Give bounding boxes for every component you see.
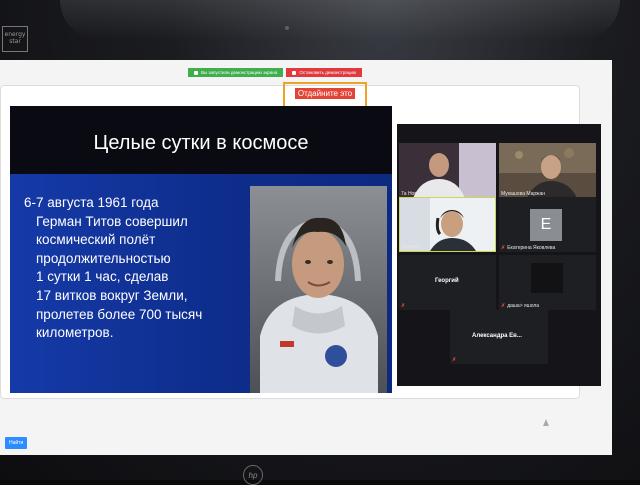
share-status-label: Вы запустили демонстрацию экрана [201, 70, 278, 75]
screen-share-toolbar: Вы запустили демонстрацию экрана Останов… [188, 68, 363, 77]
share-status-indicator: Вы запустили демонстрацию экрана [188, 68, 284, 77]
share-icon [194, 70, 198, 75]
bezel-glare [60, 0, 620, 40]
participant-tile[interactable]: Георгий ✗ [399, 255, 496, 310]
mic-muted-icon: ✗ [452, 357, 457, 363]
participant-name-row: ✗ Екатерина Яковлева [501, 245, 555, 251]
cosmonaut-photo [250, 186, 387, 393]
participant-name-row: ✗ даша> яшола [501, 303, 539, 309]
slide-text-line: продолжительностью [36, 250, 171, 266]
slide-text-line: 6-7 августа 1961 года [24, 195, 159, 210]
participant-tile[interactable]: ✗ даша> яшола [499, 255, 596, 310]
presentation-slide: Целые сутки в космосе 6-7 августа 1961 г… [10, 106, 392, 393]
unmute-button-label[interactable]: Отдайните это [294, 88, 356, 99]
slide-text-line: космический полёт [36, 232, 156, 248]
participant-video [399, 143, 496, 198]
slide-text-line: пролетев более 700 тысяч [36, 306, 203, 322]
slide-body-text: 6-7 августа 1961 года Герман Титов совер… [24, 194, 254, 343]
participant-name: Екатерина Яковлева [507, 245, 556, 251]
slide-text-line: километров. [36, 325, 114, 341]
energy-star-badge: energy star [2, 26, 28, 52]
slide-text-line: 17 витков вокруг Земли, [36, 287, 188, 303]
mouse-cursor-icon [543, 419, 549, 426]
participant-video [499, 143, 596, 198]
stop-share-label: Остановить демонстрацию [299, 70, 357, 75]
participant-tile-active-speaker[interactable]: Кирилл [399, 197, 496, 252]
participant-tile[interactable]: Мукашова Маржан [499, 143, 596, 198]
find-button[interactable]: Найти [5, 437, 28, 449]
participant-video-placeholder [531, 263, 563, 293]
avatar: E [530, 209, 562, 241]
participant-name: даша> яшола [507, 303, 540, 309]
slide-title: Целые сутки в космосе [93, 132, 309, 154]
stop-icon [292, 70, 297, 75]
hp-logo-icon: hp [243, 465, 263, 485]
participant-name: Александра Ев... [472, 333, 522, 339]
mic-muted-icon: ✗ [401, 303, 406, 309]
participant-tile[interactable]: Александра Ев... ✗ [450, 310, 548, 364]
participant-name: Георгий [435, 278, 459, 284]
stop-share-button[interactable]: Остановить демонстрацию [286, 68, 363, 77]
participant-name: Кирилл [402, 244, 420, 250]
webcam-icon [285, 26, 289, 30]
slide-text-line: Герман Титов совершил [36, 213, 188, 229]
mic-muted-icon: ✗ [501, 303, 506, 309]
mic-muted-icon: ✗ [501, 245, 506, 251]
participant-tile[interactable]: 7а Новолодский Арсен... [399, 143, 496, 198]
slide-text-line: 1 сутки 1 час, сделав [36, 269, 169, 285]
